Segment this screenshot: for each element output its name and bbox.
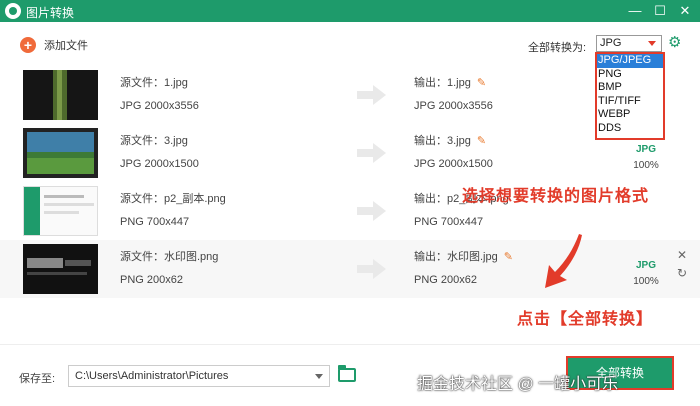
file-row[interactable]: 源文件：水印图.png PNG 200x62 输出：水印图.jpg ✎ PNG 2… [0,240,700,298]
arrow-right-icon [357,85,386,105]
format-select-value: JPG [600,37,622,49]
output-file-name: 输出：3.jpg ✎ [414,134,487,147]
source-file-meta: PNG 700x447 [120,216,190,228]
output-file-meta: PNG 700x447 [414,216,484,228]
source-file-name: 源文件：3.jpg [120,135,188,147]
maximize-button[interactable]: ☐ [651,2,669,20]
edit-icon[interactable]: ✎ [504,250,513,263]
format-option-webp[interactable]: WEBP [597,108,663,122]
save-path-value: C:\Users\Administrator\Pictures [75,370,229,382]
output-format: JPG [635,144,656,155]
file-thumbnail [23,128,98,178]
save-path-select[interactable]: C:\Users\Administrator\Pictures [68,365,330,387]
gear-icon[interactable]: ⚙ [668,35,682,50]
thumbnail-image [23,244,98,294]
format-option-jpg[interactable]: JPG/JPEG [597,54,663,68]
thumbnail-image [23,70,98,120]
window-title: 图片转换 [26,6,75,20]
chevron-down-icon [315,374,323,379]
arrow-right-icon [357,259,386,279]
minimize-button[interactable]: — [626,2,644,20]
source-file-name: 源文件：p2_副本.png [120,193,226,205]
output-percent: 100% [633,160,659,171]
output-file-name: 输出：1.jpg ✎ [414,76,487,89]
close-button[interactable]: ✕ [676,2,694,20]
red-arrow-icon [545,234,582,288]
format-option-tif[interactable]: TIF/TIFF [597,95,663,109]
source-file-name: 源文件：水印图.png [120,251,219,263]
convert-all-label: 全部转换为: [528,42,587,54]
annotation-select-format: 选择想要转换的图片格式 [462,188,650,205]
file-thumbnail [23,186,98,236]
thumbnail-image [23,128,98,178]
output-file-meta: PNG 200x62 [414,274,477,286]
format-option-bmp[interactable]: BMP [597,81,663,95]
output-format: JPG [635,260,656,271]
folder-icon[interactable] [338,365,356,382]
file-thumbnail [23,244,98,294]
edit-icon[interactable]: ✎ [477,76,486,89]
annotation-click-convert: 点击【全部转换】 [517,311,654,328]
format-dropdown: JPG/JPEG PNG BMP TIF/TIFF WEBP DDS [595,52,665,140]
add-file-button[interactable]: + 添加文件 [20,36,88,54]
arrow-right-icon [357,143,386,163]
close-icon[interactable]: ✕ [677,248,687,262]
output-file-meta: JPG 2000x1500 [414,158,493,170]
refresh-icon[interactable]: ↻ [677,266,687,280]
title-bar: 图片转换 — ☐ ✕ [0,0,700,22]
output-file-name: 输出：水印图.jpg ✎ [414,250,513,263]
source-file-meta: JPG 2000x3556 [120,100,199,112]
thumbnail-image [24,187,97,235]
output-file-meta: JPG 2000x3556 [414,100,493,112]
format-option-dds[interactable]: DDS [597,122,663,136]
plus-icon: + [20,37,36,53]
save-to-label: 保存至: [19,373,56,385]
source-file-meta: PNG 200x62 [120,274,183,286]
source-file-meta: JPG 2000x1500 [120,158,199,170]
add-file-label: 添加文件 [44,40,88,52]
file-thumbnail [23,70,98,120]
bottom-bar: 保存至: C:\Users\Administrator\Pictures 全部转… [0,344,700,406]
arrow-right-icon [357,201,386,221]
edit-icon[interactable]: ✎ [477,134,486,147]
chevron-down-icon [648,41,656,46]
watermark-text: 掘金技术社区 @ 一罐小可乐 [417,376,619,393]
source-file-name: 源文件：1.jpg [120,77,188,89]
format-option-png[interactable]: PNG [597,68,663,82]
format-select[interactable]: JPG [596,35,662,52]
output-percent: 100% [633,276,659,287]
app-logo-icon [5,3,21,19]
